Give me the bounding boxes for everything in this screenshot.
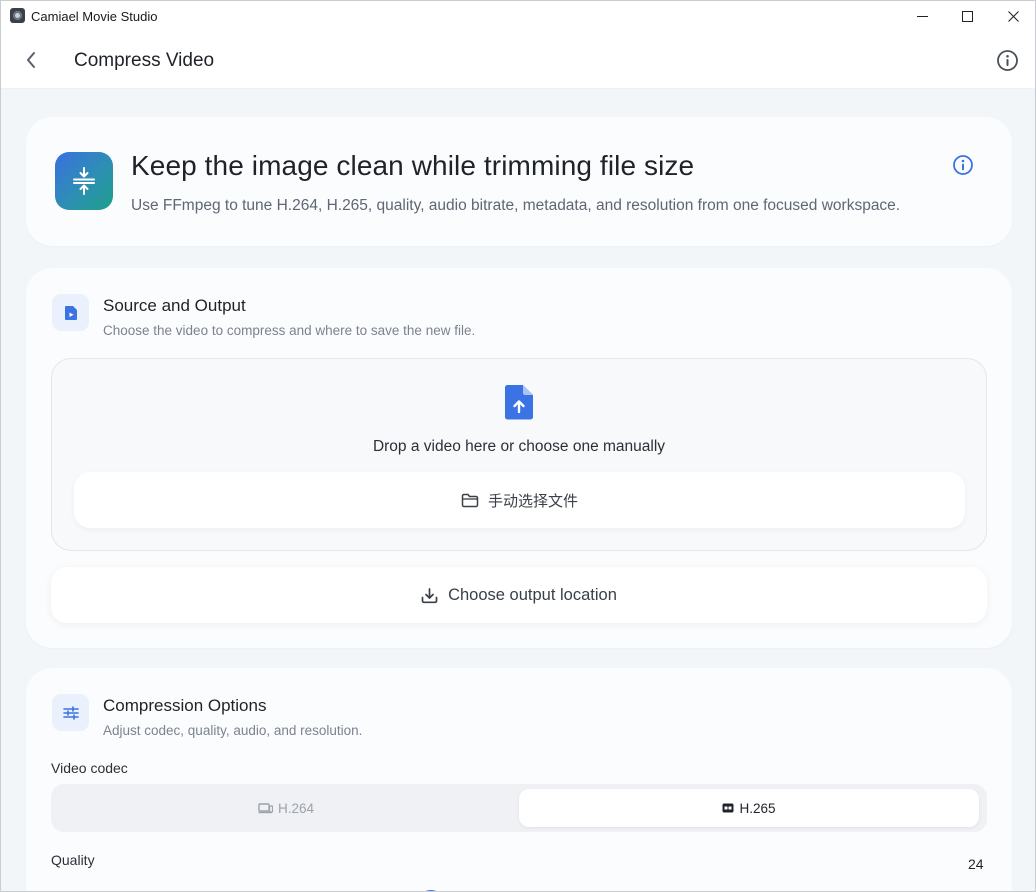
quality-label: Quality (51, 852, 95, 868)
hd-badge-icon (722, 803, 734, 813)
choose-file-button[interactable]: 手动选择文件 (74, 472, 965, 528)
section-title: Source and Output (103, 296, 246, 315)
chevron-left-icon (27, 52, 35, 68)
maximize-button[interactable] (944, 1, 990, 32)
codec-label: H.265 (739, 800, 776, 816)
compression-options-card: Compression Options Adjust codec, qualit… (26, 668, 1012, 891)
hero-card: Keep the image clean while trimming file… (26, 117, 1012, 246)
choose-file-label: 手动选择文件 (487, 491, 578, 510)
compress-icon (55, 152, 113, 210)
sliders-icon (52, 694, 89, 731)
folder-icon (461, 493, 479, 507)
dropzone-text: Drop a video here or choose one manually (372, 438, 666, 455)
video-dropzone[interactable]: Drop a video here or choose one manually… (51, 358, 987, 551)
section-title: Compression Options (103, 696, 267, 715)
quality-value: 24 (968, 856, 984, 872)
app-logo-icon (10, 8, 25, 23)
hero-title: Keep the image clean while trimming file… (131, 150, 695, 181)
window-title: Camiael Movie Studio (31, 9, 158, 24)
hero-subtitle: Use FFmpeg to tune H.264, H.265, quality… (131, 197, 901, 214)
source-output-card: Source and Output Choose the video to co… (26, 268, 1012, 648)
title-bar: Camiael Movie Studio (1, 1, 1035, 32)
video-file-icon (52, 294, 89, 331)
app-window: Camiael Movie Studio Compress Video Keep… (0, 0, 1036, 892)
header-info-button[interactable] (996, 49, 1019, 72)
codec-segmented-control: H.264 H.265 (51, 784, 987, 832)
close-button[interactable] (990, 1, 1035, 32)
maximize-icon (961, 11, 973, 22)
close-icon (1007, 11, 1019, 22)
codec-label: H.264 (277, 800, 315, 816)
minimize-icon (916, 16, 928, 17)
info-icon (997, 50, 1018, 71)
choose-output-button[interactable]: Choose output location (51, 567, 987, 623)
codec-option-h265[interactable]: H.265 (519, 789, 979, 827)
main-content: Keep the image clean while trimming file… (1, 89, 1035, 891)
info-icon (953, 155, 973, 175)
codec-option-h264[interactable]: H.264 (56, 789, 516, 827)
page-title: Compress Video (74, 50, 215, 71)
section-subtitle: Adjust codec, quality, audio, and resolu… (103, 723, 363, 738)
page-header: Compress Video (1, 32, 1035, 89)
download-icon (421, 587, 438, 603)
choose-output-label: Choose output location (448, 585, 617, 604)
file-upload-icon (502, 383, 536, 421)
hero-info-button[interactable] (952, 154, 974, 176)
monitor-icon (258, 803, 273, 814)
minimize-button[interactable] (899, 1, 945, 32)
video-codec-label: Video codec (51, 760, 128, 776)
back-button[interactable] (19, 48, 43, 72)
section-subtitle: Choose the video to compress and where t… (103, 323, 476, 338)
